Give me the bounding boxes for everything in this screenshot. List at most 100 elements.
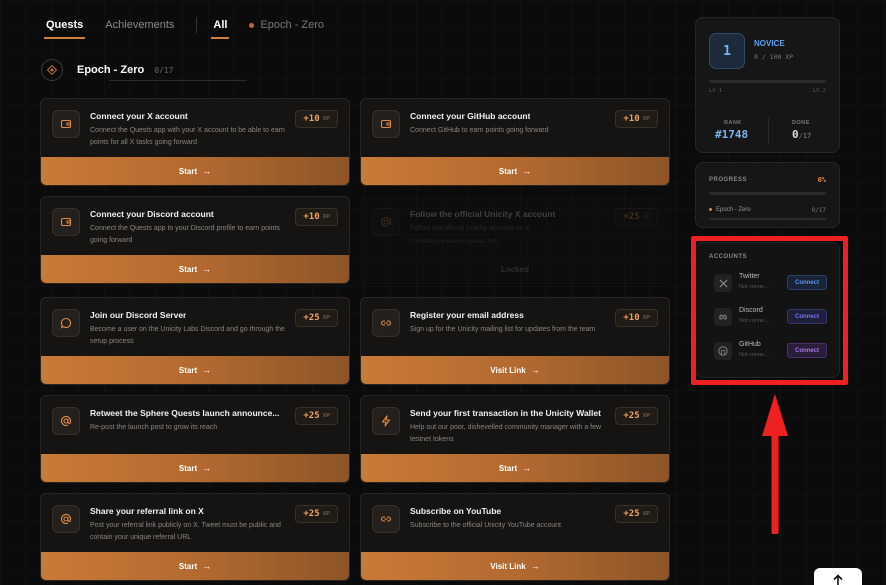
quest-action-label: Start	[178, 365, 198, 375]
quest-xp: +25	[303, 411, 320, 421]
quest-action-label: Start	[498, 463, 518, 473]
progress-bar	[709, 192, 826, 195]
quest-xp-badge: +10 XP	[615, 110, 658, 128]
quest-xp: +10	[623, 313, 640, 323]
quest-description: Connect the Quests app with your X accou…	[90, 127, 285, 146]
quest-action-button[interactable]: Start →	[41, 255, 349, 283]
wallet-icon	[52, 110, 80, 138]
quest-card: Join our Discord Server Become a user on …	[40, 297, 350, 385]
tab-achievements[interactable]: Achievements	[105, 19, 174, 39]
at-icon	[52, 505, 80, 533]
progress-percent: 0%	[817, 176, 826, 184]
quest-card: Connect your GitHub account Connect GitHu…	[360, 98, 670, 186]
quest-description: Become a user on the Unicity Labs Discor…	[90, 326, 285, 345]
quest-description: Follow our official Unicity account on X	[410, 225, 530, 232]
progress-item-dot	[709, 207, 712, 211]
arrow-right-icon: →	[522, 463, 532, 473]
done-count: 0	[792, 128, 799, 141]
quest-xp-unit: XP	[642, 214, 650, 220]
done-value: 0/17	[792, 128, 811, 141]
quest-action-label: Start	[178, 463, 198, 473]
level-badge: 1	[709, 33, 745, 69]
quest-title: Retweet the Sphere Quests launch announc…	[90, 408, 280, 418]
quest-xp: +25	[623, 509, 640, 519]
progress-item-bar	[709, 218, 826, 220]
quest-xp-unit: XP	[322, 413, 330, 419]
link-icon	[372, 309, 400, 337]
quest-xp: +10	[303, 212, 320, 222]
quest-action-label: Start	[178, 264, 198, 274]
quest-description: Subscribe to the official Unicity YouTub…	[410, 522, 561, 529]
quest-action-button[interactable]: Start →	[361, 157, 669, 185]
filter-epoch-zero-label: Epoch - Zero	[260, 19, 325, 31]
quest-title: Share your referral link on X	[90, 506, 204, 516]
quest-xp-badge: +25 XP	[295, 309, 338, 327]
filter-all[interactable]: All	[211, 19, 230, 39]
quest-xp-unit: XP	[322, 214, 330, 220]
section-count: 0/17	[154, 65, 174, 75]
quest-card: Share your referral link on X Post your r…	[40, 493, 350, 581]
stat-divider	[768, 118, 769, 144]
progress-item-count: 0/17	[811, 207, 826, 214]
quest-description: Post your referral link publicly on X. T…	[90, 522, 281, 541]
arrow-right-icon: →	[202, 561, 212, 571]
quest-action-button[interactable]: Locked	[361, 255, 669, 283]
quest-card: Retweet the Sphere Quests launch announc…	[40, 395, 350, 483]
arrow-right-icon: →	[202, 166, 212, 176]
epoch-dot-icon	[249, 22, 255, 28]
quest-xp-badge: +10 XP	[615, 309, 658, 327]
quest-xp-unit: XP	[322, 511, 330, 517]
quest-xp-unit: XP	[642, 413, 650, 419]
quest-action-button[interactable]: Visit Link →	[361, 356, 669, 384]
arrow-right-icon: →	[202, 264, 212, 274]
progress-item: Epoch - Zero	[709, 207, 751, 213]
quest-title: Connect your GitHub account	[410, 111, 531, 121]
quest-title: Send your first transaction in the Unici…	[410, 408, 601, 418]
quest-xp: +25	[623, 411, 640, 421]
quest-xp-badge: +10 XP	[295, 110, 338, 128]
quest-xp: +25	[303, 509, 320, 519]
quest-xp-unit: XP	[642, 116, 650, 122]
profile-panel: 1 NOVICE 0 / 100 XP LV 1 LV 2 RANK #1748…	[695, 17, 840, 153]
progress-label: PROGRESS	[709, 177, 748, 183]
tab-quests[interactable]: Quests	[43, 19, 86, 39]
scroll-to-top-button[interactable]	[814, 568, 862, 585]
quest-lock-note: Complete connection quests first	[410, 239, 498, 245]
quest-xp-unit: XP	[642, 315, 650, 321]
quest-title: Register your email address	[410, 310, 524, 320]
quest-action-button[interactable]: Start →	[41, 356, 349, 384]
quest-description: Connect GitHub to earn points going forw…	[410, 127, 549, 134]
xp-readout: 0 / 100 XP	[754, 53, 794, 61]
quest-description: Sign up for the Unicity mailing list for…	[410, 326, 596, 333]
quest-xp-unit: XP	[322, 116, 330, 122]
bolt-icon	[372, 407, 400, 435]
arrow-right-icon: →	[202, 463, 212, 473]
quest-card: Send your first transaction in the Unici…	[360, 395, 670, 483]
quest-action-button[interactable]: Start →	[41, 552, 349, 580]
rank-value: #1748	[715, 128, 749, 141]
quest-action-label: Start	[178, 166, 198, 176]
quest-action-label: Visit Link	[490, 365, 526, 375]
arrow-up-icon	[833, 574, 843, 585]
quest-title: Join our Discord Server	[90, 310, 187, 320]
nav-divider	[196, 17, 198, 33]
quest-xp: +10	[303, 114, 320, 124]
quest-xp-badge: +25 XP	[615, 407, 658, 425]
quest-action-label: Visit Link	[490, 561, 526, 571]
filter-epoch-zero[interactable]: Epoch - Zero	[249, 19, 324, 39]
arrow-right-icon: →	[202, 365, 212, 375]
done-total: /17	[798, 132, 812, 140]
quest-action-button[interactable]: Visit Link →	[361, 552, 669, 580]
quest-action-button[interactable]: Start →	[361, 454, 669, 482]
arrow-right-icon: →	[522, 166, 532, 176]
quest-xp-unit: XP	[642, 511, 650, 517]
section-title: Epoch - Zero	[77, 64, 145, 76]
wallet-icon	[372, 110, 400, 138]
quest-action-button[interactable]: Start →	[41, 157, 349, 185]
quest-xp: +25	[623, 212, 640, 222]
quest-card: Register your email address Sign up for t…	[360, 297, 670, 385]
highlight-box	[691, 236, 848, 385]
quest-action-button[interactable]: Start →	[41, 454, 349, 482]
quest-xp-badge: +25 XP	[295, 505, 338, 523]
quest-title: Subscribe on YouTube	[410, 506, 502, 516]
